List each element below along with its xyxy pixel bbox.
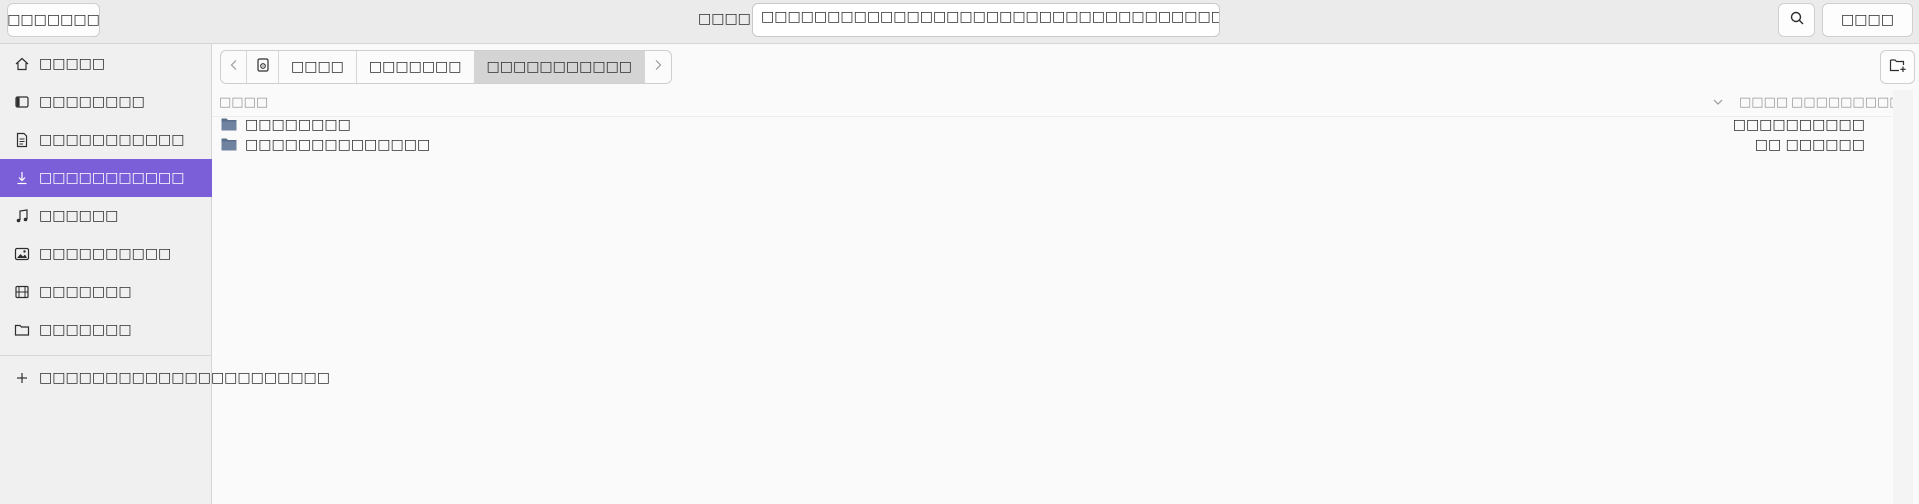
sidebar-item-label: □□□□□□□ [39, 322, 132, 338]
path-crumb-current[interactable]: □□□□□□□□□□□ [474, 51, 646, 83]
column-header-name[interactable]: □□□□ [219, 90, 268, 114]
file-modified: □□ □□□□□□ [1754, 137, 1865, 153]
search-icon [1789, 10, 1805, 30]
picture-icon [14, 246, 30, 262]
name-label: □□□□ [698, 11, 751, 27]
sidebar-item-label: □□□□□□□□□□ [39, 246, 172, 262]
path-crumb-label: □□□□□□□□□□□ [486, 59, 633, 75]
desktop-icon [14, 94, 30, 110]
sidebar-item-desktop[interactable]: □□□□□□□□ [0, 83, 212, 121]
folder-icon [14, 322, 30, 338]
path-crumb-2[interactable]: □□□□□□□ [357, 51, 475, 83]
sidebar-item-home[interactable]: □□□□□ [0, 45, 212, 83]
path-forward-button[interactable] [645, 51, 671, 83]
sidebar-item-music[interactable]: □□□□□□ [0, 197, 212, 235]
sidebar-item-label: □□□□□□ [39, 208, 119, 224]
path-crumb-label: □□□□ [291, 59, 344, 75]
chevron-left-icon [229, 59, 239, 75]
sort-chevron-down-icon[interactable] [1712, 90, 1724, 114]
file-row[interactable]: □□□□□□□□□□□□□□ □□ □□□□□□ [212, 135, 1892, 155]
places-sidebar: □□□□□ □□□□□□□□ □□□□□□□□□□□ □□□□□□□□□□□ □… [0, 44, 330, 504]
path-bar: □□□□ □□□□□□□ □□□□□□□□□□□ [220, 50, 673, 84]
plus-icon [14, 370, 30, 386]
sidebar-item-label: □□□□□□□□ [39, 94, 145, 110]
home-icon [14, 56, 30, 72]
sidebar-item-label: □□□□□□□ [39, 284, 132, 300]
disk-icon [255, 57, 271, 77]
column-header-label: □□□□ [219, 94, 269, 110]
new-folder-button[interactable] [1880, 50, 1915, 84]
sidebar-item-label: □□□□□ [39, 56, 106, 72]
video-icon [14, 284, 30, 300]
scrollbar-track[interactable] [1893, 90, 1913, 504]
sidebar-item-videos[interactable]: □□□□□□□ [0, 273, 212, 311]
sidebar-item-label: □□□□□□□□□□□ [39, 132, 185, 148]
path-root-disk[interactable] [247, 51, 279, 83]
sidebar-item-other-locations[interactable]: □□□□□□□□□□□□□□□□□□□□□□ [0, 359, 330, 397]
file-chooser-window: □□□□□□□ □□□□ □□□□□□□□□□□□□□□□□□□□□□□□□□□… [0, 0, 1919, 504]
sidebar-item-label: □□□□□□□□□□□ [39, 170, 185, 186]
folder-icon [221, 138, 237, 151]
file-name: □□□□□□□□ [245, 117, 351, 133]
chevron-right-icon [653, 59, 663, 75]
open-button-label: □□□□ [1841, 12, 1894, 28]
header-bar: □□□□□□□ □□□□ □□□□□□□□□□□□□□□□□□□□□□□□□□□… [0, 0, 1919, 44]
sidebar-item-trash[interactable]: □□□□□□□ [0, 311, 212, 349]
file-list: □□□□ □□□□ □□□□□□□□□□ □□□□□□□□ □□□□□□□□□□… [212, 90, 1914, 504]
cancel-button-label: □□□□□□□ [7, 12, 100, 28]
sidebar-divider [0, 355, 212, 356]
cancel-button[interactable]: □□□□□□□ [7, 3, 100, 37]
file-row[interactable]: □□□□□□□□ □□□□□□□□□□ [212, 115, 1892, 135]
download-icon [14, 170, 30, 186]
sidebar-item-pictures[interactable]: □□□□□□□□□□ [0, 235, 212, 273]
music-icon [14, 208, 30, 224]
path-back-button[interactable] [221, 51, 247, 83]
file-name: □□□□□□□□□□□□□□ [245, 137, 431, 153]
path-crumb-1[interactable]: □□□□ [279, 51, 357, 83]
column-header-label: □□□□ [1739, 94, 1789, 110]
sidebar-item-downloads[interactable]: □□□□□□□□□□□ [0, 159, 212, 197]
file-modified: □□□□□□□□□□ [1732, 117, 1865, 133]
open-button[interactable]: □□□□ [1822, 3, 1913, 37]
file-name-input[interactable]: □□□□□□□□□□□□□□□□□□□□□□□□□□□□□□□□□□□□□□□□… [752, 3, 1220, 37]
new-folder-icon [1889, 57, 1907, 77]
path-crumb-label: □□□□□□□ [368, 59, 462, 75]
sidebar-item-documents[interactable]: □□□□□□□□□□□ [0, 121, 212, 159]
folder-icon [221, 118, 237, 131]
search-button[interactable] [1778, 3, 1815, 37]
column-header-size[interactable]: □□□□ [1739, 90, 1788, 114]
document-icon [14, 132, 30, 148]
